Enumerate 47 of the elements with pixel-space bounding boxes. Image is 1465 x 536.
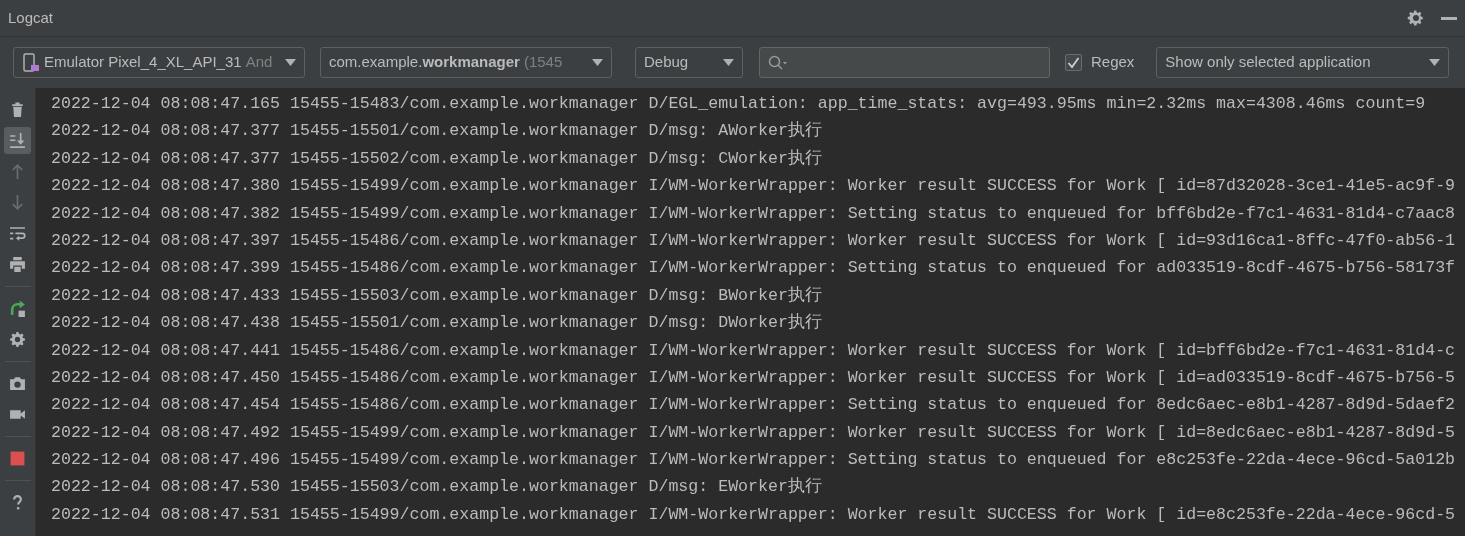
scroll-to-end-button[interactable] [4, 127, 31, 154]
minimize-icon[interactable] [1441, 16, 1457, 20]
up-arrow-icon [9, 163, 26, 180]
process-name: com.example.workmanager [329, 52, 520, 73]
caret-icon [1429, 59, 1441, 66]
log-line: 2022-12-04 08:08:47.380 15455-15499/com.example.workmanager I/WM-WorkerWrapper: Worker result SUCCESS for Work [ id=87d32028-3ce1-41e5-ac9f-9 [51, 175, 1456, 198]
filter-dropdown[interactable]: Show only selected application [1156, 47, 1450, 78]
log-line: 2022-12-04 08:08:47.438 15455-15501/com.example.workmanager D/msg: DWorker执行 [51, 312, 822, 335]
log-line: 2022-12-04 08:08:47.377 15455-15502/com.example.workmanager D/msg: CWorker执行 [51, 147, 822, 170]
log-line: 2022-12-04 08:08:47.165 15455-15483/com.example.workmanager D/EGL_emulation: app_time_stats: avg=493.95ms min=2.32ms max=4308.46ms count=9 [51, 93, 1426, 115]
log-line: 2022-12-04 08:08:47.496 15455-15499/com.example.workmanager I/WM-WorkerWrapper: Setting status to enqueued for e8c253fe-22da-4ece-96cd-5a012b [51, 449, 1456, 472]
settings-icon[interactable] [1407, 9, 1425, 27]
process-id: (1545 [523, 52, 563, 73]
process-dropdown[interactable]: com.example.workmanager (1545 [320, 47, 612, 78]
caret-icon [723, 59, 734, 66]
search-icon [768, 54, 788, 71]
trash-icon [9, 101, 26, 118]
regex-label[interactable]: Regex [1091, 51, 1135, 74]
log-line: 2022-12-04 08:08:47.377 15455-15501/com.example.workmanager D/msg: AWorker执行 [51, 120, 822, 143]
log-line: 2022-12-04 08:08:47.397 15455-15486/com.example.workmanager I/WM-WorkerWrapper: Worker result SUCCESS for Work [ id=93d16ca1-8ffc-47f0-ab56-1 [51, 229, 1456, 252]
device-name: Emulator Pixel_4_XL_API_31 [44, 52, 242, 73]
device-suffix: And [245, 52, 273, 73]
log-line: 2022-12-04 08:08:47.399 15455-15486/com.example.workmanager I/WM-WorkerWrapper: Setting status to enqueued for ad033519-8cdf-4675-b756-58173f [51, 257, 1456, 280]
panel-title: Logcat [8, 7, 54, 28]
camera-icon [9, 375, 26, 392]
caret-icon [285, 59, 296, 66]
search-field[interactable] [759, 47, 1050, 78]
log-level-dropdown[interactable]: Debug [635, 47, 743, 78]
phone-icon [22, 52, 40, 73]
log-line: 2022-12-04 08:08:47.530 15455-15503/com.example.workmanager D/msg: EWorker执行 [51, 476, 822, 499]
device-dropdown[interactable]: Emulator Pixel_4_XL_API_31 And [13, 47, 305, 78]
settings-icon [9, 331, 26, 348]
restart-icon [9, 300, 26, 317]
log-line: 2022-12-04 08:08:47.441 15455-15486/com.example.workmanager I/WM-WorkerWrapper: Worker result SUCCESS for Work [ id=bff6bd2e-f7c1-4631-81d4-c [51, 339, 1456, 362]
log-line: 2022-12-04 08:08:47.454 15455-15486/com.example.workmanager I/WM-WorkerWrapper: Setting status to enqueued for 8edc6aec-e8b1-4287-8d9d-5daef2 [51, 394, 1456, 417]
down-arrow-icon [9, 194, 26, 211]
log-line: 2022-12-04 08:08:47.531 15455-15499/com.example.workmanager I/WM-WorkerWrapper: Worker result SUCCESS for Work [ id=e8c253fe-22da-4ece-96cd-5 [51, 503, 1456, 526]
soft-wrap-icon [9, 225, 26, 242]
regex-checkbox[interactable] [1065, 54, 1082, 71]
log-line: 2022-12-04 08:08:47.382 15455-15499/com.example.workmanager I/WM-WorkerWrapper: Setting status to enqueued for bff6bd2e-f7c1-4631-81d4-c7aac8 [51, 202, 1456, 225]
log-line: 2022-12-04 08:08:47.492 15455-15499/com.example.workmanager I/WM-WorkerWrapper: Worker result SUCCESS for Work [ id=8edc6aec-e8b1-4287-8d9d-5 [51, 421, 1456, 444]
log-line: 2022-12-04 08:08:47.433 15455-15503/com.example.workmanager D/msg: BWorker执行 [51, 284, 822, 307]
log-line: 2022-12-04 08:08:47.450 15455-15486/com.example.workmanager I/WM-WorkerWrapper: Worker result SUCCESS for Work [ id=ad033519-8cdf-4675-b756-5 [51, 366, 1456, 389]
printer-icon [9, 256, 26, 273]
scroll-to-end-icon [9, 132, 26, 149]
caret-icon [592, 59, 603, 66]
stop-icon [9, 450, 26, 467]
